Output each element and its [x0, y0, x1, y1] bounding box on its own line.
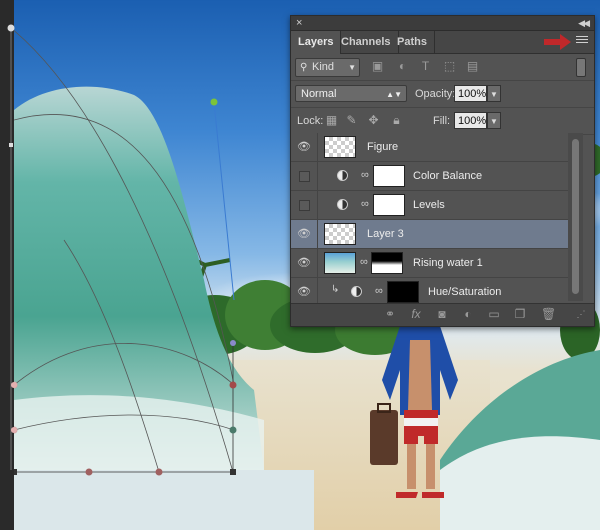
lock-row: Lock: ▦ ✎ ✥ 🔒︎ Fill: 100% ▼	[291, 108, 594, 135]
layer-thumbnail	[324, 136, 356, 158]
add-mask-icon[interactable]: ◙	[435, 307, 449, 321]
new-adjustment-icon[interactable]: ◐	[461, 307, 475, 321]
close-icon[interactable]: ×	[296, 16, 302, 30]
mask-thumbnail	[373, 194, 405, 216]
chain-link-icon[interactable]: ∞	[361, 169, 369, 181]
smart-object-thumbnail	[324, 223, 356, 245]
visibility-toggle[interactable]	[291, 191, 318, 219]
resize-grip-icon[interactable]: ⋰	[574, 307, 588, 321]
tab-channels[interactable]: Channels	[334, 31, 399, 53]
path-line-left	[7, 24, 17, 470]
layer-row-levels[interactable]: ∞ Levels	[291, 191, 568, 220]
adjustment-icon	[337, 170, 348, 181]
lock-move-icon[interactable]: ✥	[367, 114, 380, 127]
fill-dropdown[interactable]: ▼	[487, 112, 501, 129]
layer-name: Hue/Saturation	[428, 286, 502, 298]
kind-label: Kind	[312, 61, 335, 73]
annotation-arrow	[544, 34, 571, 50]
layer-name: Figure	[367, 141, 399, 153]
search-icon: ⚲	[300, 62, 308, 73]
lock-transparent-icon[interactable]: ▦	[325, 114, 338, 127]
panel-bottom-bar: ⚭ fx ◙ ◐ ▭ ❐ 🗑︎ ⋰	[291, 303, 594, 326]
layers-scrollbar[interactable]	[568, 133, 583, 301]
new-group-icon[interactable]: ▭	[487, 307, 501, 321]
tab-paths[interactable]: Paths	[390, 31, 435, 53]
layer-row-color-balance[interactable]: ∞ Color Balance	[291, 162, 568, 191]
fill-input[interactable]: 100%	[454, 112, 487, 129]
new-layer-icon[interactable]: ❐	[513, 307, 527, 321]
collapse-icon[interactable]: ◀◀	[578, 16, 590, 30]
panel-titlebar: × ◀◀	[291, 16, 594, 31]
blend-mode-value: Normal	[301, 88, 337, 100]
panel-tabs: Layers Channels Paths	[291, 31, 594, 54]
eye-icon[interactable]: 👁︎	[291, 249, 318, 277]
blend-mode-select[interactable]: Normal ▲▼	[295, 85, 407, 102]
fill-label: Fill:	[433, 115, 451, 127]
wave-left	[14, 30, 314, 530]
opacity-label: Opacity:	[415, 88, 456, 100]
shape-filter-icon[interactable]: ⬚	[443, 60, 456, 73]
layer-row-rising-water[interactable]: 👁︎ ∞ Rising water 1	[291, 249, 568, 278]
adjustment-icon	[351, 286, 362, 297]
chain-link-icon[interactable]: ∞	[360, 256, 368, 268]
panel-menu-icon[interactable]	[576, 36, 588, 46]
mask-thumbnail	[373, 165, 405, 187]
fx-icon[interactable]: fx	[409, 307, 423, 321]
chevron-down-icon: ▼	[348, 63, 356, 72]
link-layers-icon[interactable]: ⚭	[383, 307, 397, 321]
visibility-toggle[interactable]	[291, 162, 318, 190]
adjustment-icon	[337, 199, 348, 210]
man-figure	[370, 320, 458, 498]
chevron-down-icon: ▲▼	[386, 90, 402, 99]
chain-link-icon[interactable]: ∞	[361, 198, 369, 210]
opacity-dropdown[interactable]: ▼	[487, 85, 501, 102]
blend-row: Normal ▲▼ Opacity: 100% ▼	[291, 81, 594, 108]
eye-icon[interactable]: 👁︎	[291, 133, 318, 161]
image-filter-icon[interactable]: ▣	[371, 60, 384, 73]
smart-filter-icon[interactable]: ▤	[466, 60, 479, 73]
mask-thumbnail	[387, 281, 419, 303]
layer-row-layer-3[interactable]: 👁︎ Layer 3	[291, 220, 568, 249]
layer-name: Color Balance	[413, 170, 483, 182]
adjustment-filter-icon[interactable]: ◐	[396, 60, 409, 73]
layers-panel: × ◀◀ Layers Channels Paths ⚲ Kind ▼ ▣ ◐ …	[290, 15, 595, 327]
layer-row-figure[interactable]: 👁︎ Figure	[291, 133, 568, 162]
kind-filter-select[interactable]: ⚲ Kind ▼	[295, 58, 360, 77]
layer-thumbnail	[324, 252, 356, 274]
lock-brush-icon[interactable]: ✎	[345, 114, 358, 127]
layers-list: 👁︎ Figure ∞ Color Balance ∞ Levels 👁︎ La…	[291, 133, 568, 307]
filter-toggle[interactable]	[576, 58, 586, 77]
eye-icon[interactable]: 👁︎	[291, 220, 318, 248]
filter-row: ⚲ Kind ▼ ▣ ◐ T ⬚ ▤	[291, 54, 594, 81]
type-filter-icon[interactable]: T	[419, 60, 432, 73]
chain-link-icon[interactable]: ∞	[375, 285, 383, 297]
layer-name: Rising water 1	[413, 257, 483, 269]
opacity-input[interactable]: 100%	[454, 85, 487, 102]
layer-name: Layer 3	[367, 228, 404, 240]
lock-label: Lock:	[297, 115, 324, 127]
lock-all-icon[interactable]: 🔒︎	[390, 114, 403, 127]
eye-icon[interactable]: 👁︎	[291, 278, 318, 306]
layer-name: Levels	[413, 199, 445, 211]
trash-icon[interactable]: 🗑︎	[541, 307, 556, 321]
clipping-arrow-icon: ↳	[331, 284, 340, 295]
mask-thumbnail	[371, 252, 403, 274]
scrollbar-thumb[interactable]	[572, 139, 579, 294]
